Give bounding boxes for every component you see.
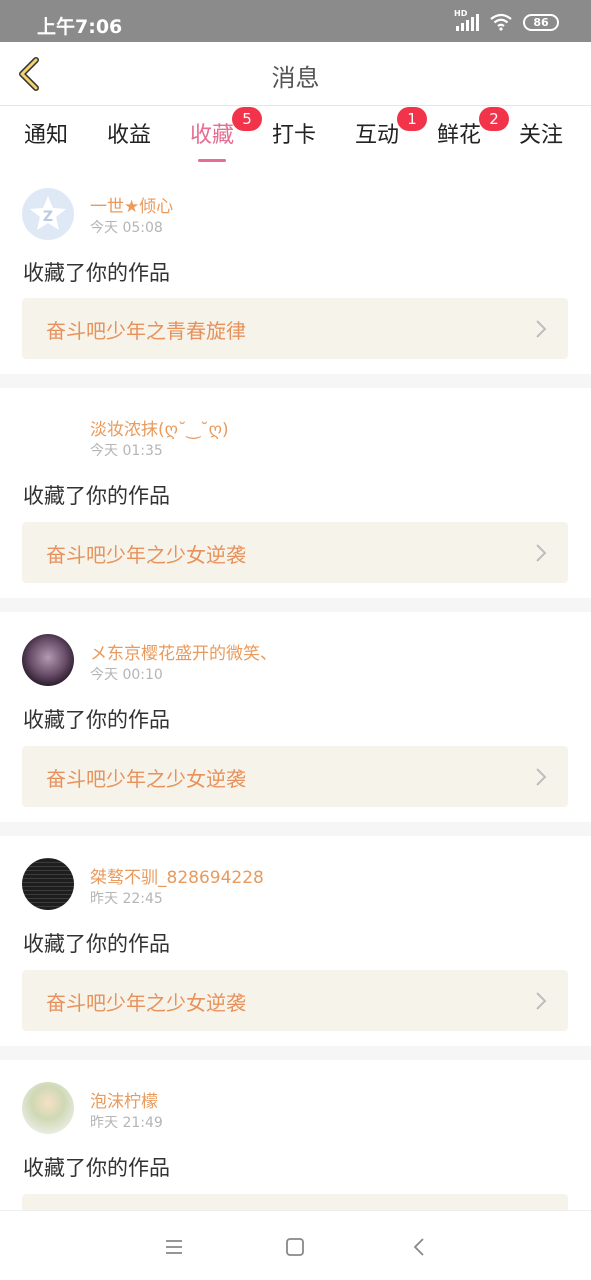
system-navigation-bar [0,1210,591,1280]
avatar[interactable] [22,1082,74,1134]
timestamp: 昨天 22:45 [90,891,163,907]
tab-badge: 5 [232,107,263,131]
active-tab-indicator [198,159,227,162]
username[interactable]: メ东京樱花盛开的微笑、 [90,639,277,664]
chevron-right-icon [536,768,547,786]
tab-label: 收益 [107,123,152,148]
action-text: 收藏了你的作品 [23,484,170,508]
avatar[interactable] [22,634,74,686]
battery-icon: 86 [523,13,559,31]
tab-notifications[interactable]: 通知 [24,117,68,157]
page-title: 消息 [271,64,320,92]
list-item: メ东京樱花盛开的微笑、 今天 00:10 收藏了你的作品 奋斗吧少年之少女逆袭 [0,612,591,822]
list-separator [0,374,591,388]
back-icon[interactable] [408,1235,432,1259]
tab-label: 关注 [519,123,564,148]
work-link[interactable]: 奋斗吧少年之少女逆袭 [22,522,568,583]
tab-label: 通知 [24,123,69,148]
menu-icon[interactable] [162,1235,186,1259]
action-text: 收藏了你的作品 [23,932,170,956]
status-bar: 上午7:06 HD 86 [0,0,591,42]
username[interactable]: 泡沫柠檬 [90,1087,158,1112]
hd-label: HD [454,9,468,18]
list-item: 桀骜不驯_828694228 昨天 22:45 收藏了你的作品 奋斗吧少年之少女… [0,836,591,1046]
tab-label: 鲜花 [437,123,482,148]
tab-checkin[interactable]: 打卡 [272,117,316,157]
timestamp: 今天 05:08 [90,220,163,236]
status-icons: HD 86 [454,9,559,31]
timestamp: 今天 00:10 [90,667,163,683]
work-link[interactable]: 奋斗吧少年之少女逆袭 [22,970,568,1031]
tab-label: 收藏 [190,123,235,148]
svg-text:Z: Z [43,209,53,225]
avatar[interactable] [22,858,74,910]
tab-badge: 1 [397,107,428,131]
work-link[interactable]: 奋斗吧少年之青春旋律 [22,298,568,359]
timestamp: 今天 01:35 [90,443,163,459]
username[interactable]: 桀骜不驯_828694228 [90,863,264,888]
tab-label: 互动 [355,123,400,148]
tab-earnings[interactable]: 收益 [107,117,151,157]
chevron-right-icon [536,544,547,562]
list-separator [0,1046,591,1060]
action-text: 收藏了你的作品 [23,708,170,732]
avatar[interactable] [22,412,74,464]
tab-favorites[interactable]: 收藏 5 [190,107,263,162]
list-separator [0,822,591,836]
list-item: 泡沫柠檬 昨天 21:49 收藏了你的作品 [0,1060,591,1255]
action-text: 收藏了你的作品 [23,261,170,285]
username[interactable]: 淡妆浓抹(ღ˘‿˘ღ) [90,415,229,440]
work-title: 奋斗吧少年之少女逆袭 [46,543,246,567]
wifi-icon [490,13,512,31]
list-separator [0,598,591,612]
tab-label: 打卡 [272,123,317,148]
tab-flowers[interactable]: 鲜花 2 [437,107,510,157]
work-title: 奋斗吧少年之青春旋律 [46,319,246,343]
action-text: 收藏了你的作品 [23,1156,170,1180]
work-title: 奋斗吧少年之少女逆袭 [46,767,246,791]
tab-interactions[interactable]: 互动 1 [355,107,428,157]
username[interactable]: 一世★倾心 [90,192,173,217]
work-link[interactable]: 奋斗吧少年之少女逆袭 [22,746,568,807]
timestamp: 昨天 21:49 [90,1115,163,1131]
tab-badge: 2 [479,107,510,131]
chevron-right-icon [536,320,547,338]
top-navigation-bar: 消息 [0,42,591,106]
default-avatar-icon: Z [30,196,66,230]
list-item: 淡妆浓抹(ღ˘‿˘ღ) 今天 01:35 收藏了你的作品 奋斗吧少年之少女逆袭 [0,388,591,598]
home-icon[interactable] [283,1235,307,1259]
tab-following[interactable]: 关注 [519,117,563,157]
message-category-tabs: 通知 收益 收藏 5 打卡 互动 1 鲜花 2 关注 [0,107,591,163]
status-time: 上午7:06 [37,16,123,38]
signal-icon: HD [454,9,479,31]
work-title: 奋斗吧少年之少女逆袭 [46,991,246,1015]
avatar[interactable]: Z [22,188,74,240]
list-item: Z 一世★倾心 今天 05:08 收藏了你的作品 奋斗吧少年之青春旋律 [0,170,591,374]
chevron-right-icon [536,992,547,1010]
